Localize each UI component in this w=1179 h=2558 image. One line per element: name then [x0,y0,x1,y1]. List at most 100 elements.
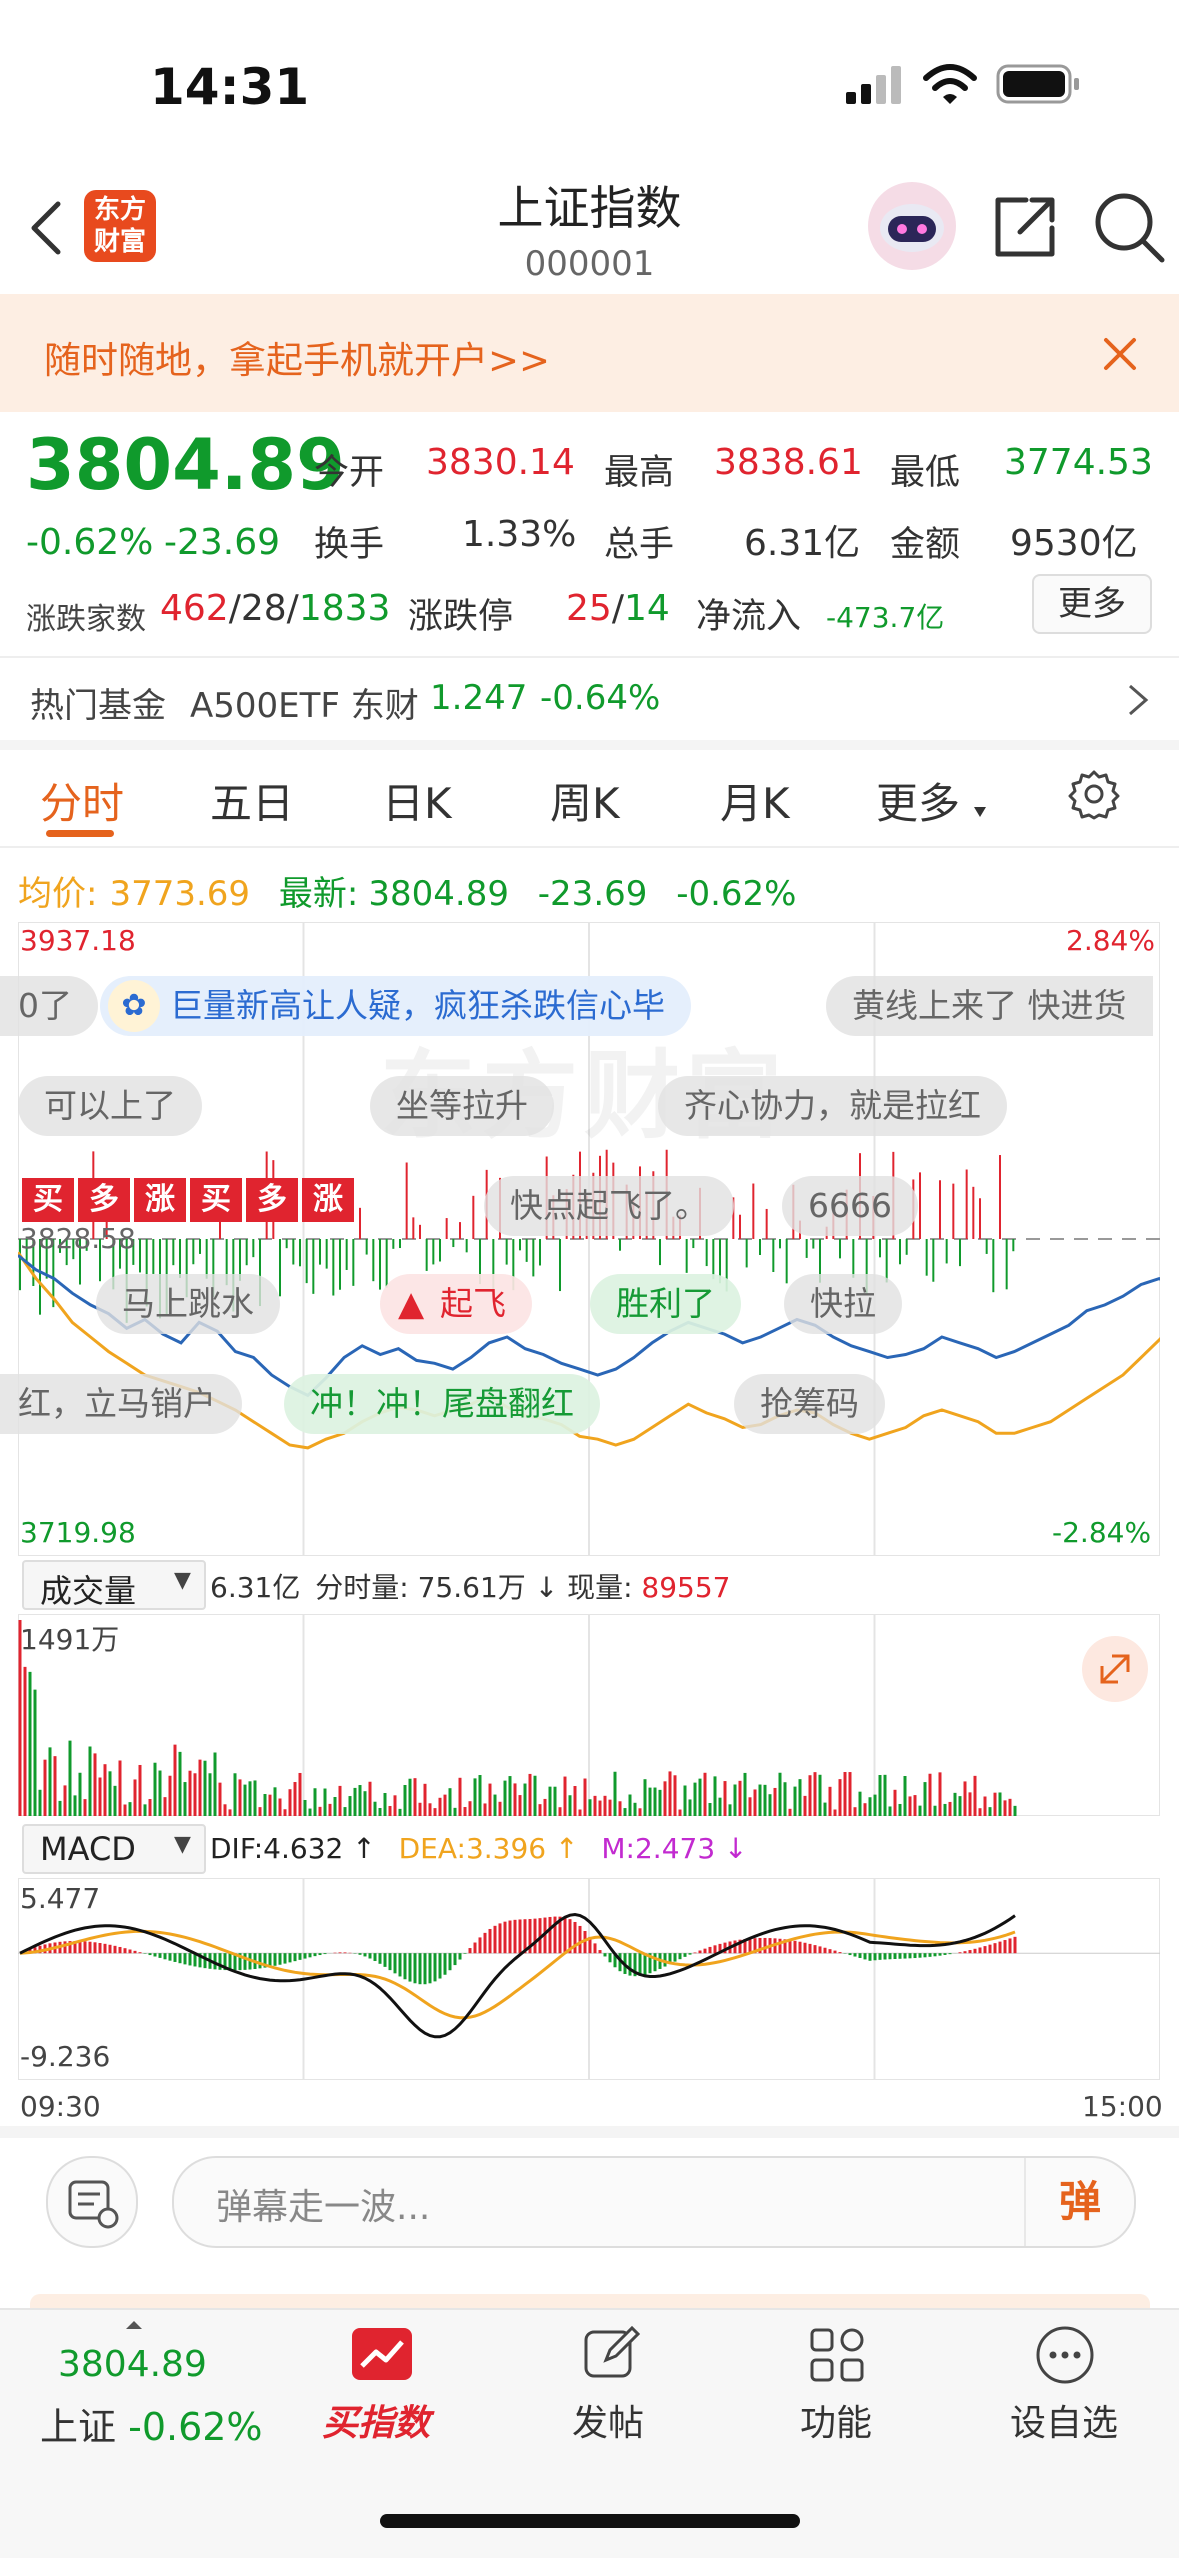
limit-down: 14 [623,588,670,629]
functions-icon[interactable] [808,2326,866,2388]
volume-detail: 75.61万 [417,1571,526,1604]
status-time: 14:31 [150,58,310,116]
post-icon[interactable] [582,2324,641,2386]
buy-tag: 买 [22,1178,74,1222]
danmaku-bubble: 冲！冲！尾盘翻红 [284,1374,600,1434]
hot-fund-price: 1.247 [430,678,528,718]
signal-icon [846,66,902,108]
caret-down-icon: ▼ [174,1832,191,1857]
macd-chart[interactable] [18,1878,1160,2080]
buy-tag: 涨 [134,1178,186,1222]
y-axis-max: 3937.18 [20,924,136,957]
macd-selector[interactable]: MACD ▼ [22,1824,206,1874]
hot-fund-name: A500ETF 东财 [190,686,419,726]
nav-index-price[interactable]: 3804.89 [58,2344,207,2385]
buy-index-icon[interactable] [352,2328,412,2384]
pct-axis-max: 2.84% [1066,924,1155,957]
tab-monthly-k[interactable]: 月K [720,770,790,831]
home-indicator [380,2514,800,2528]
volume-y-max: 1491万 [20,1623,120,1656]
dea-line [19,1929,1016,2020]
intraday-info: 均价: 3773.69 最新: 3804.89 -23.69 -0.62% [18,866,796,915]
danmaku-bubble: 快点起飞了。 [484,1176,734,1236]
limit-values: 25/14 [566,588,670,629]
danmaku-bubble: 抢筹码 [734,1374,885,1434]
danmaku-bubble: 可以上了 [18,1076,202,1136]
settings-gear-icon[interactable] [1068,768,1120,824]
nav-index-name[interactable]: 上证 -0.62% [40,2396,263,2451]
time-axis-start: 09:30 [20,2090,101,2123]
nav-index-label: 上证 [40,2405,117,2449]
tab-5day[interactable]: 五日 [210,770,294,831]
expand-icon[interactable] [1082,1636,1148,1702]
macd-dea: DEA:3.396 ↑ [398,1832,579,1865]
danmaku-bubble: 马上跳水 [96,1274,280,1334]
comment-input[interactable]: 弹幕走一波... 弹 [172,2156,1136,2248]
danmaku-bubble: 坐等拉升 [370,1076,554,1136]
danmaku-bubble: 齐心协力，就是拉红 [658,1076,1007,1136]
danmaku-text: 巨量新高让人疑，疯狂杀跌信心毕 [170,986,665,1025]
limit-up: 25 [566,588,612,629]
danmaku-bubble: 快拉 [784,1274,902,1334]
breadth-label: 涨跌家数 [26,602,146,637]
avg-label: 均价: [18,874,98,914]
nav-index-pct: -0.62% [128,2405,263,2449]
buy-tags[interactable]: 买 多 涨 买 多 涨 [22,1178,354,1222]
macd-selector-label: MACD [40,1830,136,1868]
hot-fund-label: 热门基金 [30,686,166,726]
volume-now: 89557 [641,1571,731,1604]
current-price: 3804.89 [26,424,345,506]
volume-chart[interactable] [18,1614,1160,1816]
tab-weekly-k[interactable]: 周K [550,770,620,831]
tab-daily-k[interactable]: 日K [382,770,452,831]
danmaku-settings-icon[interactable] [46,2156,138,2248]
nav-post[interactable]: 发帖 [572,2394,644,2446]
pct-axis-min: -2.84% [1052,1516,1152,1549]
buy-tag: 买 [190,1178,242,1222]
chevron-right-icon[interactable] [1126,682,1150,722]
nav-add-watchlist[interactable]: 设自选 [1010,2394,1118,2446]
low-value: 3774.53 [1004,442,1153,483]
tab-intraday[interactable]: 分时 [40,770,124,831]
up-count: 462 [160,588,229,629]
hot-fund-pct: -0.64% [540,678,661,718]
vol-label: 总手 [604,525,675,565]
danmaku-bubble: 胜利了 [590,1274,741,1334]
danmaku-bubble-hot: ✿ 巨量新高让人疑，疯狂杀跌信心毕 [100,976,691,1036]
limit-label: 涨跌停 [408,597,514,637]
latest-change: -23.69 [537,874,648,914]
down-count: 1833 [298,588,391,629]
volume-selector[interactable]: 成交量 ▼ [22,1560,206,1610]
nav-functions[interactable]: 功能 [800,2394,872,2446]
macd-info: DIF:4.632 ↑ DEA:3.396 ↑ M:2.473 ↓ [210,1832,748,1865]
danmaku-send-button[interactable]: 弹 [1024,2158,1134,2246]
high-label: 最高 [604,453,675,493]
high-value: 3838.61 [714,442,863,483]
flat-count: 28 [240,588,287,629]
caret-up-icon [124,2316,144,2335]
more-dots-icon[interactable] [1034,2324,1096,2390]
rocket-icon: ▲ [398,1284,425,1324]
nav-buy-index[interactable]: 买指数 [322,2394,430,2446]
latest-value: 3804.89 [368,874,509,914]
search-icon[interactable] [1092,190,1168,270]
amount-value: 9530亿 [1010,523,1138,564]
macd-y-max: 5.477 [20,1882,101,1915]
share-icon[interactable] [990,192,1060,266]
time-axis-end: 15:00 [1082,2090,1163,2123]
avg-value: 3773.69 [109,874,251,914]
volume-detail-label: 分时量: [315,1571,409,1604]
latest-label: 最新: [278,874,359,914]
change-pct: -0.62% [26,522,154,563]
caret-down-icon: ▼ [174,1568,191,1593]
close-icon[interactable] [1100,334,1140,378]
more-button[interactable]: 更多 [1032,574,1152,634]
robot-assistant-icon[interactable] [866,180,958,276]
bunny-avatar-icon: ✿ [108,980,160,1032]
caret-down-icon [972,804,988,823]
open-label: 今开 [314,453,385,493]
wifi-icon [922,62,978,110]
tab-more[interactable]: 更多 [876,770,960,831]
macd-y-min: -9.236 [20,2040,111,2073]
promo-banner-text[interactable]: 随时随地，拿起手机就开户>> [44,330,550,384]
